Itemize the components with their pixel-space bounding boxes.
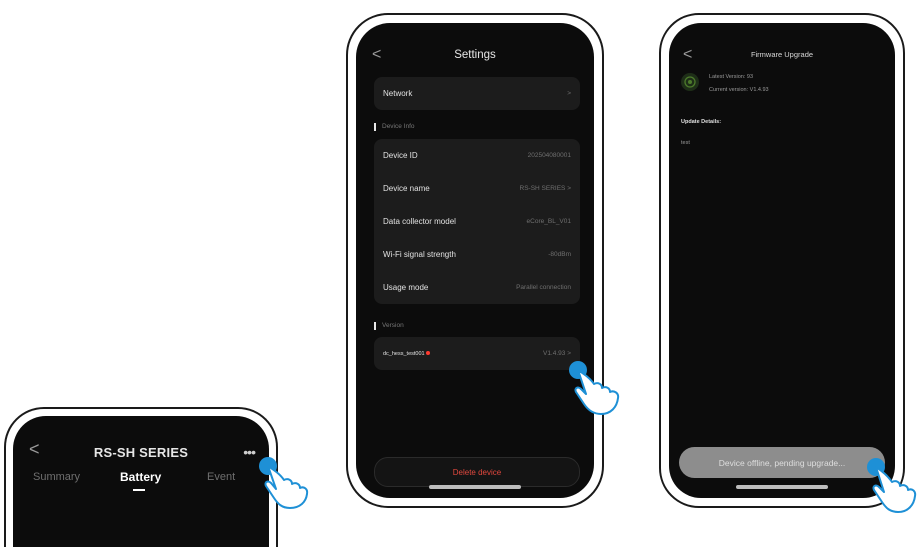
tab-summary[interactable]: Summary — [33, 471, 80, 483]
version-name: dc_hess_test001 — [383, 350, 425, 357]
version-card: dc_hess_test001 V1.4.93 > — [374, 337, 580, 370]
row-label: Data collector model — [383, 217, 456, 226]
pointing-hand-icon — [867, 458, 917, 513]
current-version-text: Current version: V1.4.93 — [709, 87, 769, 93]
row-value: eCore_BL_V01 — [526, 218, 571, 225]
upgrade-status-button[interactable]: Device offline, pending upgrade... — [679, 447, 885, 478]
row-value: 202504080001 — [527, 152, 571, 159]
phone-screen: < RS-SH SERIES ••• Summary Battery Event — [13, 416, 269, 547]
update-details-label: Update Details: — [681, 119, 722, 125]
active-tab-indicator — [133, 489, 145, 491]
row-label: Device name — [383, 184, 430, 193]
home-indicator — [429, 485, 521, 489]
screen-title: RS-SH SERIES — [93, 445, 189, 460]
screen-title: Settings — [454, 49, 496, 61]
section-header-version: Version — [374, 322, 404, 330]
wifi-signal-row[interactable]: Wi-Fi signal strength -80dBm — [374, 238, 580, 271]
update-badge-dot — [425, 350, 430, 355]
upgrade-icon — [681, 73, 699, 91]
device-name-row[interactable]: Device name RS-SH SERIES > — [374, 172, 580, 205]
row-value: -80dBm — [548, 251, 571, 258]
tab-event[interactable]: Event — [207, 471, 235, 483]
row-label: Wi-Fi signal strength — [383, 250, 456, 259]
row-label: dc_hess_test001 — [383, 350, 430, 357]
home-indicator — [736, 485, 828, 489]
pointing-hand-icon — [259, 457, 309, 509]
chevron-right-icon: > — [567, 90, 571, 97]
phone-screen: < Settings Network > Device Info Device … — [356, 23, 594, 498]
tab-battery[interactable]: Battery — [120, 470, 161, 484]
latest-version-text: Latest Version: 93 — [709, 74, 754, 80]
row-label: Usage mode — [383, 283, 429, 292]
pointing-hand-icon — [569, 361, 620, 415]
phone-frame-firmware-upgrade: < Firmware Upgrade Latest Version: 93 Cu… — [659, 13, 905, 508]
usage-mode-row[interactable]: Usage mode Parallel connection — [374, 271, 580, 304]
device-info-card: Device ID 202504080001 Device name RS-SH… — [374, 139, 580, 304]
phone-screen: < Firmware Upgrade Latest Version: 93 Cu… — [669, 23, 895, 498]
row-label: Device ID — [383, 151, 418, 160]
row-value: RS-SH SERIES > — [519, 185, 571, 192]
device-id-row[interactable]: Device ID 202504080001 — [374, 139, 580, 172]
update-details-text: test — [681, 140, 690, 146]
section-header-device-info: Device Info — [374, 123, 415, 131]
phone-frame-device-overview: < RS-SH SERIES ••• Summary Battery Event — [4, 407, 278, 547]
row-value: Parallel connection — [516, 284, 571, 291]
data-collector-model-row[interactable]: Data collector model eCore_BL_V01 — [374, 205, 580, 238]
delete-device-button[interactable]: Delete device — [374, 457, 580, 487]
network-card: Network > — [374, 77, 580, 110]
firmware-version-row[interactable]: dc_hess_test001 V1.4.93 > — [374, 337, 580, 370]
screen-title: Firmware Upgrade — [750, 50, 814, 59]
network-row[interactable]: Network > — [374, 77, 580, 110]
phone-frame-settings: < Settings Network > Device Info Device … — [346, 13, 604, 508]
row-label: Network — [383, 89, 413, 98]
